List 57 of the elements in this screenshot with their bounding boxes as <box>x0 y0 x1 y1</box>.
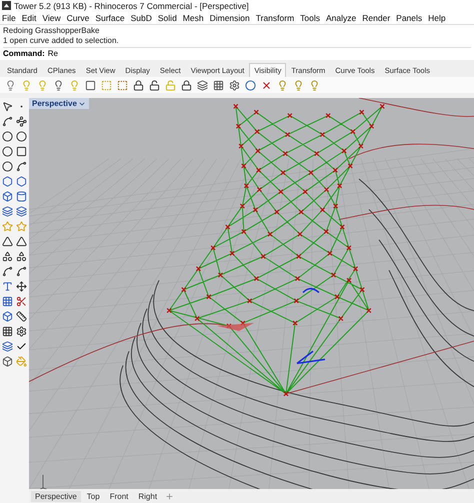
ruler-icon[interactable] <box>15 310 28 323</box>
gear-icon[interactable] <box>15 325 28 338</box>
menu-item[interactable]: Transform <box>256 12 294 22</box>
shapes-icon[interactable] <box>1 250 14 263</box>
menu-item[interactable]: Tools <box>300 12 320 22</box>
shapes-icon[interactable] <box>15 250 28 263</box>
viewport-tab[interactable]: Front <box>106 490 132 502</box>
layers-icon[interactable] <box>196 78 209 92</box>
layers-icon[interactable] <box>1 340 14 353</box>
move-icon[interactable] <box>15 280 28 293</box>
command-prompt: Command: <box>3 48 45 59</box>
menu-item[interactable]: Analyze <box>326 12 356 22</box>
menu-item[interactable]: Curve <box>66 12 90 22</box>
scissors-icon[interactable] <box>15 295 28 308</box>
menu-item[interactable]: Solid <box>158 12 177 22</box>
triangle-icon[interactable] <box>15 235 28 248</box>
polyline-icon[interactable] <box>1 115 14 128</box>
square-icon[interactable] <box>116 78 129 92</box>
window-title: Tower 5.2 (913 KB) - Rhinoceros 7 Commercial - [Perspective] <box>14 0 249 10</box>
grid-icon[interactable] <box>1 295 14 308</box>
menu-item[interactable]: File <box>2 12 16 22</box>
grid-icon[interactable] <box>212 78 225 92</box>
grid-icon[interactable] <box>1 325 14 338</box>
command-history-line: 1 open curve added to selection. <box>3 36 120 46</box>
command-history-line: Redoing GrasshopperBake <box>3 26 101 36</box>
menu-item[interactable]: Dimension <box>210 12 250 22</box>
menu-item[interactable]: Render <box>362 12 390 22</box>
triangle-icon[interactable] <box>1 235 14 248</box>
gear-icon[interactable] <box>228 78 241 92</box>
menu-item[interactable]: Edit <box>22 12 36 22</box>
viewport-tab[interactable]: Top <box>82 490 104 502</box>
viewport-tab[interactable]: Right <box>134 490 162 502</box>
lock-icon[interactable] <box>180 78 193 92</box>
unlock-icon[interactable] <box>148 78 161 92</box>
box-icon[interactable] <box>1 190 14 203</box>
circle-icon[interactable] <box>244 78 257 92</box>
star-icon[interactable] <box>1 220 14 233</box>
command-input-field[interactable]: Re <box>48 48 471 59</box>
circle-icon[interactable] <box>1 130 14 143</box>
rectangle-icon[interactable] <box>15 145 28 158</box>
pointer-icon[interactable] <box>1 100 14 113</box>
menu-item[interactable]: SubD <box>130 12 152 22</box>
lock-icon[interactable] <box>132 78 145 92</box>
star-icon[interactable] <box>15 220 28 233</box>
viewport-label[interactable]: Perspective <box>29 98 89 109</box>
menu-item[interactable]: Panels <box>396 12 422 22</box>
viewport-tab[interactable]: Perspective <box>31 490 81 502</box>
menu-item[interactable]: View <box>42 12 61 22</box>
menu-item[interactable]: Help <box>428 12 446 22</box>
box-icon[interactable] <box>1 355 14 368</box>
cylinder-icon[interactable] <box>15 190 28 203</box>
circle-icon[interactable] <box>15 130 28 143</box>
menu-item[interactable]: Mesh <box>182 12 204 22</box>
square-icon[interactable] <box>84 78 97 92</box>
menu-item[interactable]: Surface <box>95 12 125 22</box>
box-icon[interactable] <box>1 310 14 323</box>
text-icon[interactable] <box>1 280 14 293</box>
